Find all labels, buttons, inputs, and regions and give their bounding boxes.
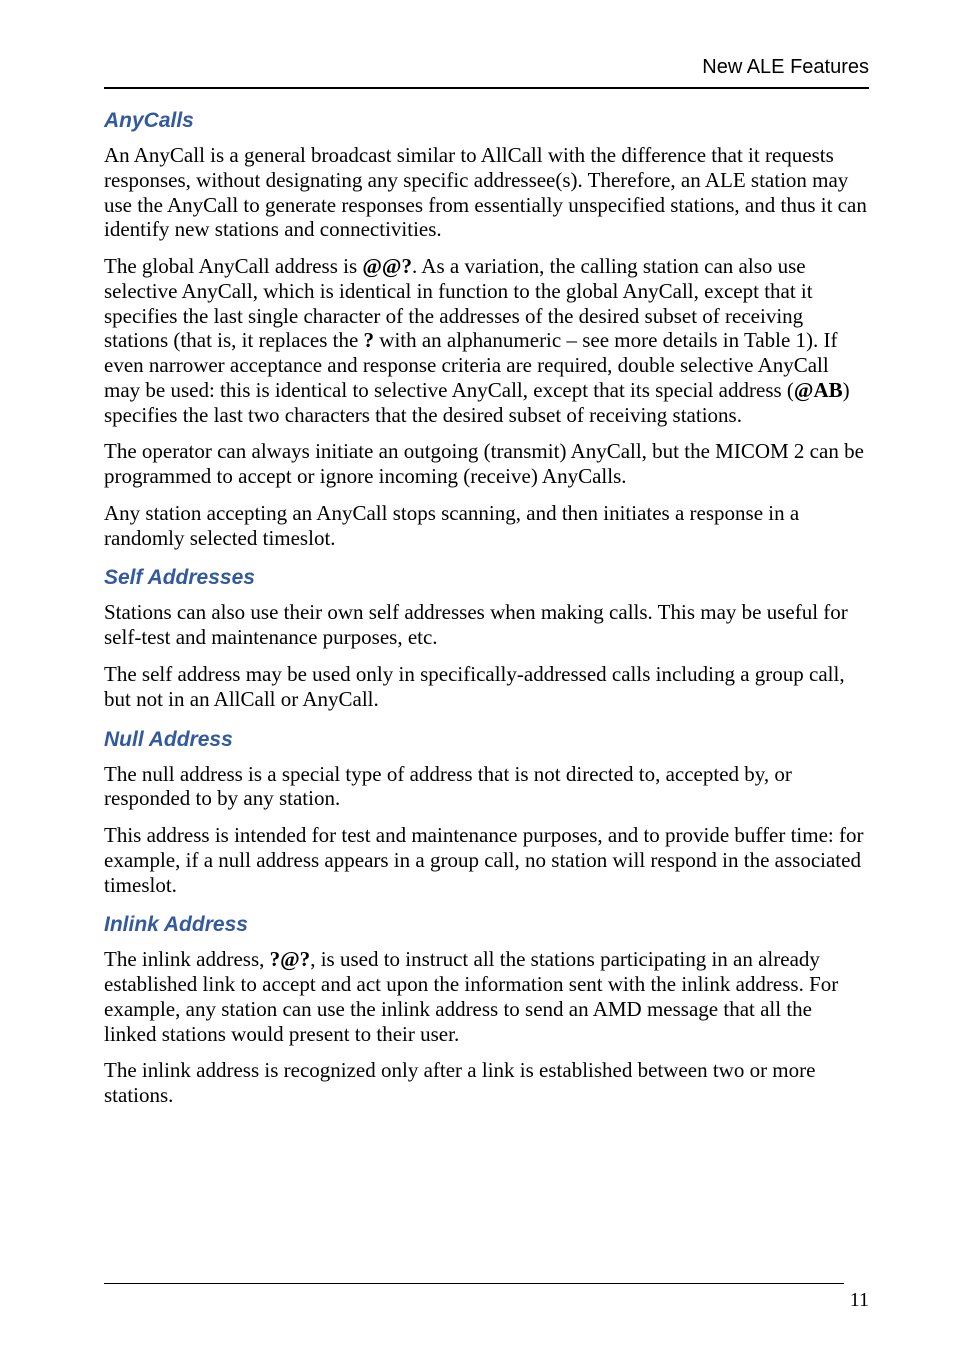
question-mark: ? (364, 328, 375, 352)
heading-anycalls: AnyCalls (104, 109, 869, 133)
self-p1: Stations can also use their own self add… (104, 600, 869, 650)
anycalls-p4: Any station accepting an AnyCall stops s… (104, 501, 869, 551)
anycalls-p3: The operator can always initiate an outg… (104, 439, 869, 489)
anycalls-p1: An AnyCall is a general broadcast simila… (104, 143, 869, 242)
footer-rule (104, 1283, 844, 1284)
heading-self-addresses: Self Addresses (104, 566, 869, 590)
running-header: New ALE Features (104, 56, 869, 79)
addr-q-at-q: ?@? (270, 947, 311, 971)
heading-null-address: Null Address (104, 728, 869, 752)
self-p2: The self address may be used only in spe… (104, 662, 869, 712)
null-p2: This address is intended for test and ma… (104, 823, 869, 897)
inlink-p2: The inlink address is recognized only af… (104, 1058, 869, 1108)
header-rule (104, 87, 869, 89)
text: The inlink address, (104, 947, 270, 971)
text: The global AnyCall address is (104, 254, 362, 278)
addr-at-ab: @AB (794, 378, 843, 402)
page-number: 11 (850, 1289, 869, 1312)
heading-inlink-address: Inlink Address (104, 913, 869, 937)
page: New ALE Features AnyCalls An AnyCall is … (0, 0, 954, 1352)
inlink-p1: The inlink address, ?@?, is used to inst… (104, 947, 869, 1046)
null-p1: The null address is a special type of ad… (104, 762, 869, 812)
anycalls-p2: The global AnyCall address is @@?. As a … (104, 254, 869, 427)
addr-at-at-question: @@? (362, 254, 412, 278)
